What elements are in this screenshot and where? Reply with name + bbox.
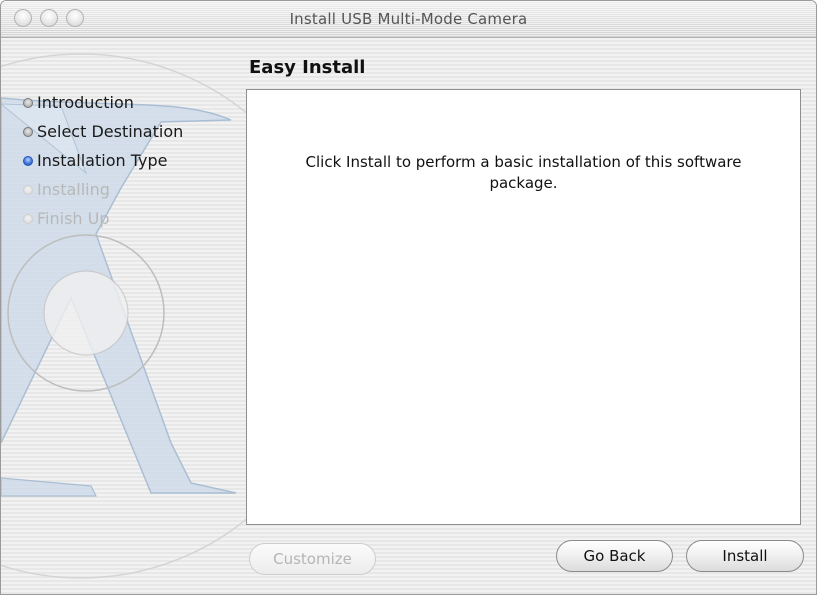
step-bullet-icon [23,184,33,195]
installer-steps-list: Introduction Select Destination Installa… [23,88,183,233]
step-introduction: Introduction [23,88,183,117]
installer-body: Introduction Select Destination Installa… [1,38,816,594]
step-select-destination: Select Destination [23,117,183,146]
step-label: Select Destination [37,122,184,141]
title-bar[interactable]: Install USB Multi-Mode Camera [1,1,816,38]
customize-button[interactable]: Customize [249,543,376,575]
step-bullet-icon [23,97,33,108]
step-label: Introduction [37,93,134,112]
step-finish-up: Finish Up [23,204,183,233]
section-title: Easy Install [249,57,366,78]
step-installation-type: Installation Type [23,146,183,175]
current-step-bullet-icon [23,155,33,166]
step-label: Installation Type [37,151,168,170]
install-button[interactable]: Install [686,540,804,572]
step-bullet-icon [23,213,33,224]
installer-window: Install USB Multi-Mode Camera Introducti… [0,0,817,595]
step-label: Installing [37,180,110,199]
go-back-button[interactable]: Go Back [556,540,673,572]
step-label: Finish Up [37,209,110,228]
content-pane: Click Install to perform a basic install… [246,89,801,525]
step-bullet-icon [23,126,33,137]
install-message: Click Install to perform a basic install… [305,153,742,192]
step-installing: Installing [23,175,183,204]
window-title: Install USB Multi-Mode Camera [289,10,528,28]
